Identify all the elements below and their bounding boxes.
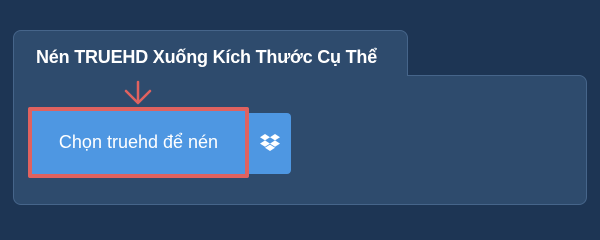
- choose-file-button[interactable]: Chọn truehd để nén: [28, 107, 249, 178]
- panel-title: Nén TRUEHD Xuống Kích Thước Cụ Thể: [36, 47, 378, 67]
- tab-seam: [14, 70, 407, 80]
- dropbox-button[interactable]: [249, 113, 291, 174]
- dropbox-icon: [260, 133, 280, 151]
- choose-file-label: Chọn truehd để nén: [58, 132, 219, 152]
- pointer-arrow-icon: [124, 80, 152, 105]
